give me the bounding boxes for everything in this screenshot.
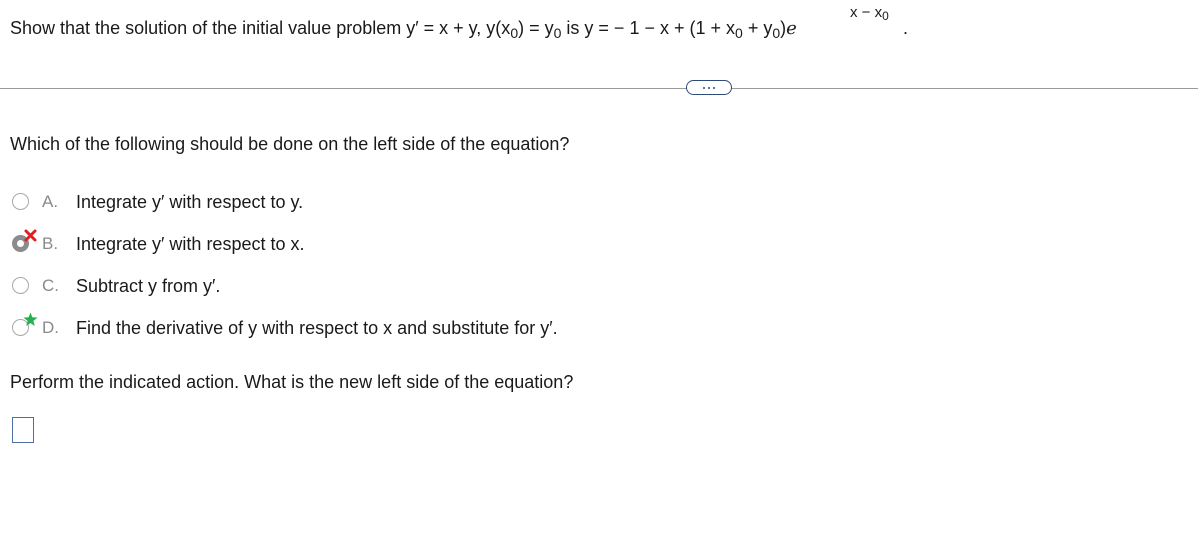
exponent-text: x − x [850, 4, 883, 21]
radio-button[interactable] [12, 277, 29, 294]
option-letter: C. [42, 276, 59, 295]
euler-e: e [786, 18, 797, 39]
problem-statement: Show that the solution of the initial va… [10, 4, 1190, 48]
option-text: Find the derivative of y with respect to… [76, 318, 558, 338]
option-c[interactable]: C. Subtract y from y′. [12, 273, 652, 299]
problem-text: Show that the solution of the initial va… [10, 18, 797, 41]
exponent-subscript: 0 [882, 9, 889, 23]
option-d[interactable]: D. Find the derivative of y with respect… [12, 312, 652, 341]
answer-input[interactable] [12, 417, 34, 443]
incorrect-x-icon [24, 229, 37, 242]
problem-text-part: is y = − 1 − x + (1 + x [561, 18, 736, 38]
option-letter: D. [42, 318, 59, 337]
subscript: 0 [735, 25, 743, 41]
period: . [903, 18, 909, 38]
more-button[interactable] [686, 80, 732, 95]
problem-text-part: ) = y [518, 18, 554, 38]
problem-text-part: + y [742, 18, 773, 38]
question-text: Which of the following should be done on… [10, 134, 570, 154]
option-letter: B. [42, 234, 59, 253]
option-text: Integrate y′ with respect to x. [76, 234, 305, 254]
option-text: Subtract y from y′. [76, 276, 221, 296]
problem-text-part: Show that the solution of the initial va… [10, 18, 511, 38]
dot-icon [708, 87, 710, 89]
option-b[interactable]: B. Integrate y′ with respect to x. [12, 229, 652, 257]
answer-prompt: Perform the indicated action. What is th… [10, 372, 574, 392]
dot-icon [703, 87, 705, 89]
exponent: x − x0 [850, 4, 889, 23]
subscript: 0 [553, 25, 562, 41]
subscript: 0 [772, 25, 781, 41]
section-divider [0, 88, 1198, 89]
subscript: 0 [510, 25, 519, 41]
correct-star-icon [23, 312, 38, 326]
radio-button[interactable] [12, 193, 29, 210]
option-a[interactable]: A. Integrate y′ with respect to y. [12, 189, 652, 215]
dot-icon [713, 87, 715, 89]
option-letter: A. [42, 192, 59, 211]
option-text: Integrate y′ with respect to y. [76, 192, 304, 212]
